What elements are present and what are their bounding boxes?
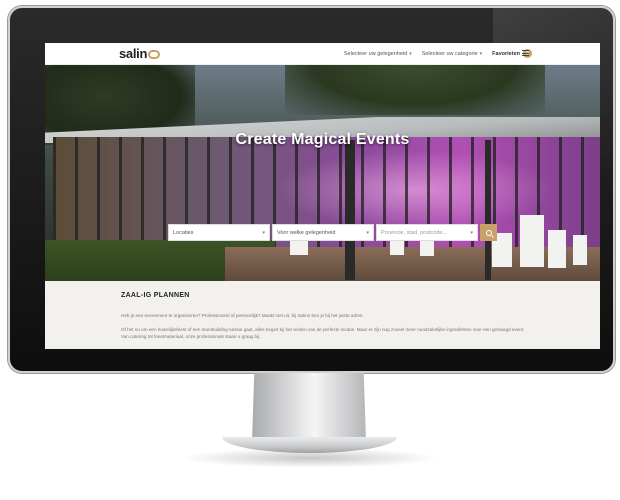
hero-title: Create Magical Events: [235, 131, 410, 148]
intro-section: ZAAL-IG PLANNEN Heb je een evenement te …: [45, 281, 600, 349]
intro-paragraph: Of het nu om een huwelijksfeest of een t…: [121, 327, 525, 339]
site-header: salin Selecteer uw gelegenheid ▾ Selecte…: [45, 43, 600, 65]
location-type-select[interactable]: Locaties ▾: [168, 224, 270, 241]
nav-occasion-label: Selecteer uw gelegenheid: [343, 50, 408, 57]
chevron-down-icon: ▾: [409, 50, 412, 57]
website-screen: salin Selecteer uw gelegenheid ▾ Selecte…: [45, 43, 600, 349]
salino-logo[interactable]: salin: [119, 46, 161, 61]
monitor-bezel: salin Selecteer uw gelegenheid ▾ Selecte…: [8, 6, 615, 373]
logo-text: salin: [119, 46, 148, 61]
nav-occasion-dropdown[interactable]: Selecteer uw gelegenheid ▾: [344, 51, 412, 57]
search-icon: [485, 229, 492, 236]
chevron-down-icon: ▾: [470, 229, 473, 236]
search-button[interactable]: [480, 224, 497, 241]
location-type-label: Locaties: [173, 229, 194, 236]
occasion-select[interactable]: Voor welke gelegenheid ▾: [272, 224, 374, 241]
hero-bg-pillar: [485, 140, 491, 280]
hero-bg-table: [520, 215, 544, 267]
nav-category-label: Selecteer uw categorie: [421, 50, 478, 57]
hero-bg-foliage: [285, 65, 545, 115]
occasion-label: Voor welke gelegenheid: [277, 229, 336, 236]
place-input[interactable]: Provincie, stad, postcode... ▾: [376, 224, 478, 241]
place-placeholder: Provincie, stad, postcode...: [381, 229, 448, 236]
hero-bg-table: [548, 230, 566, 268]
favorites-label: Favorieten: [492, 50, 520, 57]
hero-bg-table: [573, 235, 587, 265]
hamburger-menu-icon[interactable]: [522, 50, 529, 56]
chevron-down-icon: ▾: [479, 50, 483, 57]
hero-bg-pillar: [345, 140, 355, 280]
monitor-stand-neck: [252, 373, 366, 441]
logo-o-mark: [148, 50, 161, 59]
intro-paragraph: Heb je een evenement te organiseren? Pro…: [121, 313, 364, 318]
search-bar: Locaties ▾ Voor welke gelegenheid ▾ Prov…: [168, 224, 497, 241]
section-heading: ZAAL-IG PLANNEN: [121, 292, 190, 299]
chevron-down-icon: ▾: [262, 229, 265, 236]
chevron-down-icon: ▾: [366, 229, 369, 236]
nav-category-dropdown[interactable]: Selecteer uw categorie ▾: [422, 51, 482, 57]
main-nav: Selecteer uw gelegenheid ▾ Selecteer uw …: [344, 49, 532, 58]
hero-banner: Create Magical Events Locaties ▾ Voor we…: [45, 65, 600, 281]
